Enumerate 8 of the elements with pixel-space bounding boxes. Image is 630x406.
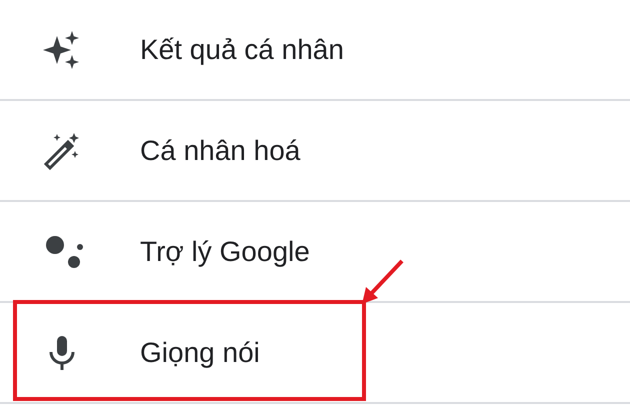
item-label: Giọng nói [140,336,260,370]
annotation-arrow [362,260,404,304]
item-label: Kết quả cá nhân [140,32,344,67]
item-label: Cá nhân hoá [140,134,300,168]
settings-item[interactable]: Kết quả cá nhân [0,0,630,101]
settings-item[interactable]: Cá nhân hoá [0,101,630,202]
item-label: Trợ lý Google [140,234,310,269]
settings-item[interactable]: Giọng nói [0,303,630,404]
